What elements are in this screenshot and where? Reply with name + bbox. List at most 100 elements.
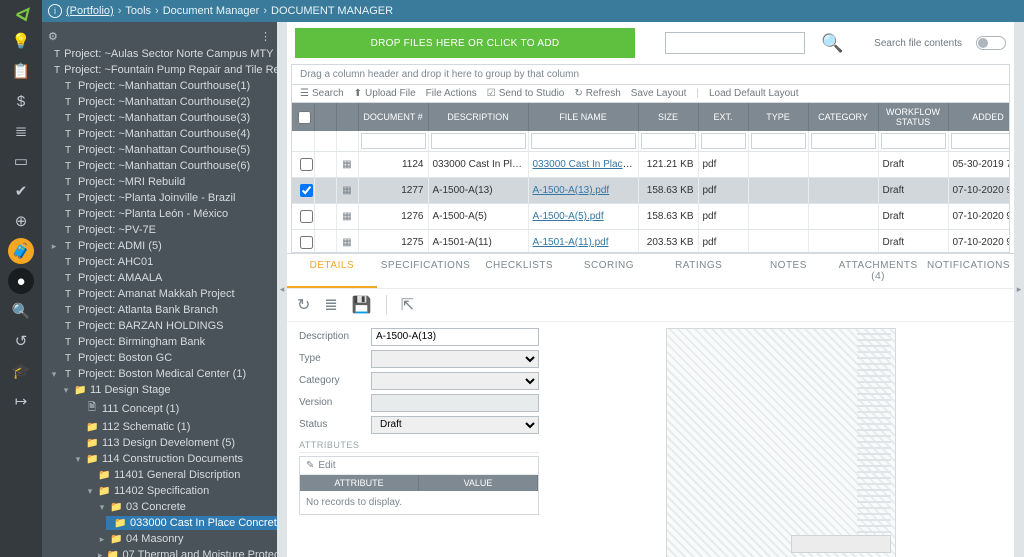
tab-notifications[interactable]: NOTIFICATIONS <box>923 254 1014 288</box>
description-field[interactable] <box>371 328 539 346</box>
dropzone[interactable]: DROP FILES HERE OR CLICK TO ADD <box>295 28 635 58</box>
detail-refresh-icon[interactable]: ↻ <box>297 295 310 315</box>
grid-filter-input[interactable] <box>431 133 526 149</box>
search-contents-toggle[interactable] <box>976 36 1006 50</box>
grid-filter-input[interactable] <box>881 133 946 149</box>
detail-list-icon[interactable]: ≣ <box>324 295 337 315</box>
tree-expand-icon[interactable]: ▾ <box>62 385 70 396</box>
grid-col-header[interactable]: FILE NAME <box>528 103 638 131</box>
grid-col-header[interactable]: TYPE <box>748 103 808 131</box>
tree-node[interactable]: TProject: ~MRI Rebuild <box>46 175 277 189</box>
file-link[interactable]: 033000 Cast In Place Cc <box>533 159 639 170</box>
tree-node[interactable]: TProject: Atlanta Bank Branch <box>46 303 277 317</box>
grid-col-header[interactable]: EXT. <box>698 103 748 131</box>
table-row[interactable]: ▦1275A-1501-A(11)A-1501-A(11).pdf203.53 … <box>292 230 1010 253</box>
bars-icon[interactable]: ≣ <box>0 116 42 146</box>
graduation-icon[interactable]: 🎓 <box>0 356 42 386</box>
grid-col-header[interactable]: ADDED <box>948 103 1010 131</box>
tree-node[interactable]: 📁112 Schematic (1) <box>70 420 277 434</box>
grid-col-header[interactable] <box>336 103 358 131</box>
user-icon[interactable]: ● <box>8 268 34 294</box>
app-logo[interactable]: ᐊ <box>6 4 36 26</box>
tree-node[interactable]: TProject: Amanat Makkah Project <box>46 287 277 301</box>
tree-expand-icon[interactable]: ▾ <box>86 486 94 497</box>
tab-checklists[interactable]: CHECKLISTS <box>474 254 564 288</box>
search-input[interactable] <box>665 32 805 54</box>
tab-details[interactable]: DETAILS <box>287 254 377 288</box>
grid-col-header[interactable] <box>292 103 314 131</box>
document-preview[interactable] <box>559 328 1002 551</box>
file-link[interactable]: A-1500-A(5).pdf <box>533 211 604 222</box>
load-default-layout-button[interactable]: Load Default Layout <box>709 88 799 99</box>
row-checkbox[interactable] <box>300 158 313 171</box>
tree-node[interactable]: 📁113 Design Develoment (5) <box>70 436 277 450</box>
tree-node[interactable]: TProject: ~Manhattan Courthouse(6) <box>46 159 277 173</box>
file-link[interactable]: A-1501-A(11).pdf <box>533 237 609 248</box>
breadcrumb-tools[interactable]: Tools <box>125 5 151 17</box>
clipboard-icon[interactable]: 📋 <box>0 56 42 86</box>
row-checkbox[interactable] <box>300 184 313 197</box>
tree-expand-icon[interactable]: ▸ <box>98 534 106 545</box>
tree-node[interactable]: TProject: AHC01 <box>46 255 277 269</box>
check-icon[interactable]: ✔ <box>0 176 42 206</box>
grid-filter-input[interactable] <box>361 133 426 149</box>
logout-icon[interactable]: ↦ <box>0 386 42 416</box>
group-by-bar[interactable]: Drag a column header and drop it here to… <box>291 64 1010 84</box>
tree-node[interactable]: ▾📁11 Design Stage <box>58 383 277 397</box>
documents-grid[interactable]: DOCUMENT #DESCRIPTIONFILE NAMESIZEEXT.TY… <box>292 103 1010 253</box>
table-row[interactable]: ▦1277A-1500-A(13)A-1500-A(13).pdf158.63 … <box>292 178 1010 204</box>
upload-file-button[interactable]: ⬆ Upload File <box>354 88 416 99</box>
tree-node[interactable]: ▸📁04 Masonry <box>94 532 277 546</box>
grid-filter-input[interactable] <box>811 133 876 149</box>
tree-expand-icon[interactable]: ▸ <box>98 550 103 557</box>
status-select[interactable]: Draft <box>371 416 539 434</box>
send-to-studio-button[interactable]: ☑ Send to Studio <box>487 88 565 99</box>
tree-node[interactable]: TProject: BARZAN HOLDINGS <box>46 319 277 333</box>
tree-expand-icon[interactable]: ▾ <box>50 369 58 380</box>
breadcrumb-docman[interactable]: Document Manager <box>163 5 260 17</box>
tree-node[interactable]: 🗎111 Concept (1) <box>70 399 277 418</box>
tree-node[interactable]: 📁033000 Cast In Place Concrete (10) <box>106 516 277 530</box>
tree-node[interactable]: TProject: ~Aulas Sector Norte Campus MTY <box>46 47 277 61</box>
grid-col-header[interactable]: CATEGORY <box>808 103 878 131</box>
tree-node[interactable]: TProject: ~Manhattan Courthouse(3) <box>46 111 277 125</box>
category-select[interactable] <box>371 372 539 390</box>
search-icon[interactable]: 🔍 <box>821 33 843 54</box>
grid-col-header[interactable]: SIZE <box>638 103 698 131</box>
table-row[interactable]: ▦1124033000 Cast In Place Co033000 Cast … <box>292 152 1010 178</box>
tree-expand-icon[interactable]: ▾ <box>74 454 82 465</box>
tab-attachments-4-[interactable]: ATTACHMENTS (4) <box>833 254 923 288</box>
refresh-button[interactable]: ↻ Refresh <box>574 88 620 99</box>
tree-node[interactable]: TProject: Boston GC <box>46 351 277 365</box>
row-checkbox[interactable] <box>300 236 313 249</box>
grid-filter-input[interactable] <box>641 133 696 149</box>
tree-node[interactable]: TProject: ~Planta Joinville - Brazil <box>46 191 277 205</box>
row-checkbox[interactable] <box>300 210 313 223</box>
tree-node[interactable]: TProject: Birmingham Bank <box>46 335 277 349</box>
tree-node[interactable]: TProject: AMAALA <box>46 271 277 285</box>
type-select[interactable] <box>371 350 539 368</box>
tree-node[interactable]: TProject: ~PV-7E <box>46 223 277 237</box>
tree-settings-icon[interactable]: ⚙ <box>48 30 58 43</box>
search-rail-icon[interactable]: 🔍 <box>0 296 42 326</box>
tab-ratings[interactable]: RATINGS <box>654 254 744 288</box>
grid-filter-input[interactable] <box>951 133 1011 149</box>
detail-expand-handle[interactable]: ▸ <box>1014 22 1024 557</box>
tree-menu-icon[interactable]: ⋮ <box>260 30 271 43</box>
project-tree[interactable]: ⚙ ⋮ TProject: ~Aulas Sector Norte Campus… <box>42 22 277 557</box>
tree-node[interactable]: TProject: ~Manhattan Courthouse(2) <box>46 95 277 109</box>
tab-notes[interactable]: NOTES <box>744 254 834 288</box>
grid-search-button[interactable]: ☰ Search <box>300 88 344 99</box>
attributes-edit-button[interactable]: ✎ Edit <box>300 457 538 475</box>
tree-node[interactable]: ▾📁11402 Specification <box>82 484 277 498</box>
tree-node[interactable]: ▾📁114 Construction Documents <box>70 452 277 466</box>
book-icon[interactable]: ▭ <box>0 146 42 176</box>
dollar-icon[interactable]: $ <box>0 86 42 116</box>
tree-collapse-handle[interactable]: ◂ <box>277 22 287 557</box>
file-link[interactable]: A-1500-A(13).pdf <box>533 185 610 196</box>
file-actions-button[interactable]: File Actions <box>426 88 477 99</box>
grid-col-header[interactable]: WORKFLOW STATUS <box>878 103 948 131</box>
select-all-checkbox[interactable] <box>298 111 311 124</box>
grid-filter-input[interactable] <box>751 133 806 149</box>
tab-specifications[interactable]: SPECIFICATIONS <box>377 254 475 288</box>
